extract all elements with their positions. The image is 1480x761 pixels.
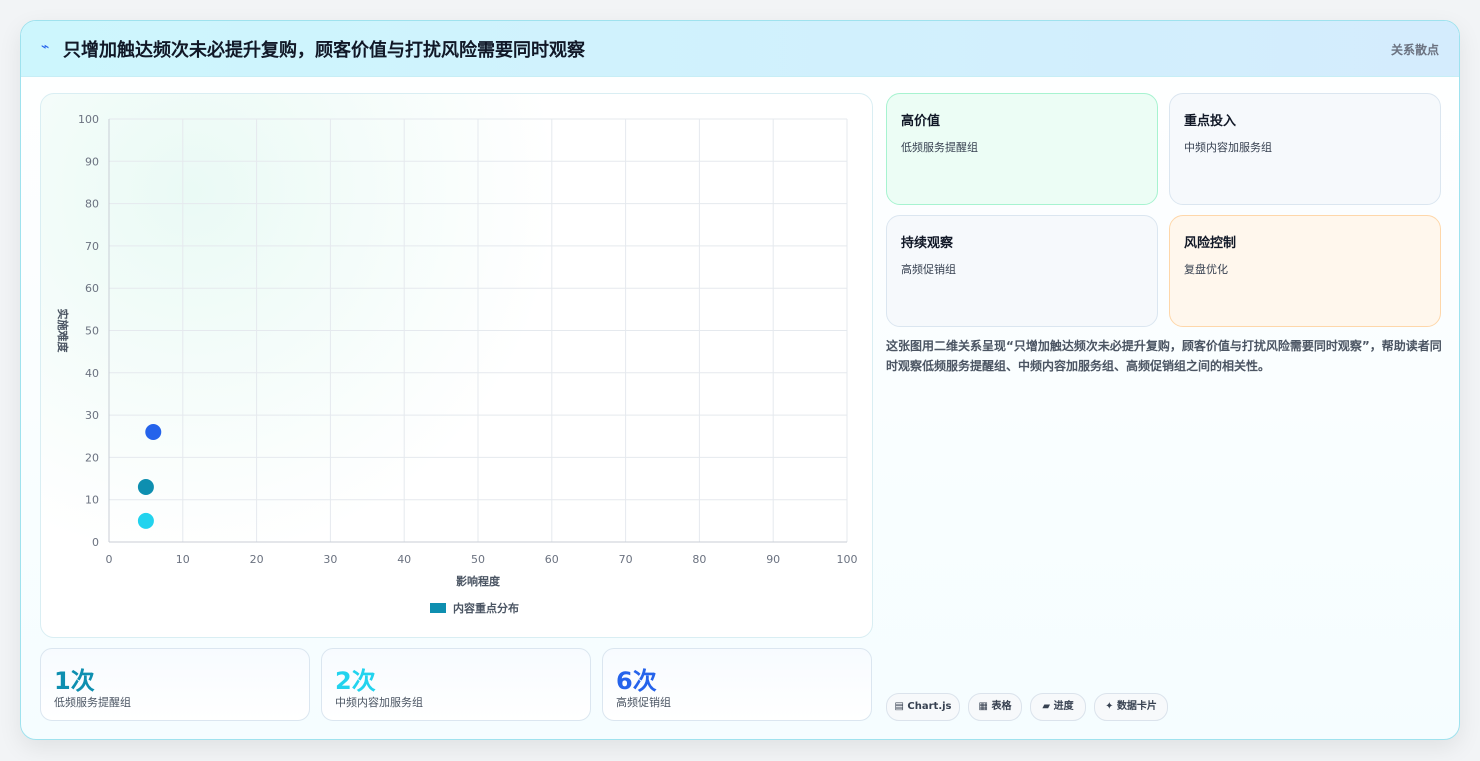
quadrant-high-value: 高价值 低频服务提醒组 [886, 93, 1158, 205]
x-tick-label: 80 [692, 553, 706, 566]
y-tick-label: 70 [85, 240, 99, 253]
chart-icon: ▤ [894, 701, 904, 712]
data-point [137, 512, 154, 529]
pill-table[interactable]: ▦ 表格 [968, 693, 1022, 721]
data-point [145, 424, 162, 441]
pill-label: 进度 [1053, 701, 1074, 712]
scatter-chart-panel: 0 10 20 30 40 50 60 70 80 90 100 0 10 20 30 40 50 60 70 80 9… [40, 93, 873, 638]
quadrant-title: 持续观察 [901, 236, 954, 251]
stat-card-low: 1次 低频服务提醒组 [40, 648, 310, 721]
progress-icon: ▰ [1042, 701, 1051, 712]
quadrant-title: 重点投入 [1184, 114, 1237, 129]
pill-label: Chart.js [907, 701, 952, 712]
y-tick-label: 80 [85, 198, 99, 211]
table-icon: ▦ [978, 701, 988, 712]
y-tick-label: 50 [85, 325, 99, 338]
stat-label: 中频内容加服务组 [335, 696, 423, 709]
stat-label: 高频促销组 [616, 696, 671, 709]
stat-value: 2次 [335, 667, 376, 695]
x-axis-label: 影响程度 [456, 574, 501, 588]
report-card: ⌁ 只增加触达频次未必提升复购，顾客价值与打扰风险需要同时观察 关系散点 0 10… [20, 20, 1460, 740]
quadrant-title: 高价值 [901, 114, 941, 129]
x-tick-label: 90 [766, 553, 780, 566]
quadrant-observe: 持续观察 高频促销组 [886, 215, 1158, 327]
y-tick-label: 0 [92, 536, 99, 549]
x-tick-label: 30 [323, 553, 337, 566]
x-tick-label: 40 [397, 553, 411, 566]
activity-icon: ⌁ [41, 39, 50, 55]
stat-label: 低频服务提醒组 [54, 696, 131, 709]
stat-value: 6次 [616, 667, 657, 695]
legend-swatch [430, 603, 446, 613]
pill-chartjs[interactable]: ▤ Chart.js [886, 693, 960, 721]
data-point [137, 479, 154, 496]
quadrant-subtitle: 高频促销组 [901, 263, 956, 276]
x-tick-label: 50 [471, 553, 485, 566]
y-axis-label: 实施难度 [56, 309, 70, 354]
chart-description: 这张图用二维关系呈现“只增加触达频次未必提升复购，顾客价值与打扰风险需要同时观察… [886, 339, 1442, 373]
y-tick-label: 10 [85, 494, 99, 507]
pill-progress[interactable]: ▰ 进度 [1030, 693, 1086, 721]
quadrant-subtitle: 复盘优化 [1184, 263, 1228, 276]
x-tick-label: 10 [176, 553, 190, 566]
x-tick-label: 20 [250, 553, 264, 566]
chart-type-tag: 关系散点 [1390, 43, 1439, 57]
y-tick-label: 30 [85, 409, 99, 422]
scatter-chart: 0 10 20 30 40 50 60 70 80 90 100 0 10 20 30 40 50 60 70 80 9… [56, 113, 858, 615]
y-tick-label: 90 [85, 155, 99, 168]
y-tick-label: 40 [85, 367, 99, 380]
y-tick-label: 20 [85, 451, 99, 464]
x-tick-label: 100 [837, 553, 858, 566]
stat-value: 1次 [54, 667, 95, 695]
pill-label: 表格 [991, 701, 1012, 712]
quadrant-subtitle: 中频内容加服务组 [1184, 141, 1272, 154]
quadrant-subtitle: 低频服务提醒组 [901, 141, 978, 154]
quadrant-risk-control: 风险控制 复盘优化 [1169, 215, 1441, 327]
sparkle-icon: ✦ [1105, 701, 1114, 712]
y-tick-label: 60 [85, 282, 99, 295]
page-title: 只增加触达频次未必提升复购，顾客价值与打扰风险需要同时观察 [63, 40, 585, 61]
x-tick-label: 70 [619, 553, 633, 566]
quadrant-key-investment: 重点投入 中频内容加服务组 [1169, 93, 1441, 205]
card-header: ⌁ 只增加触达频次未必提升复购，顾客价值与打扰风险需要同时观察 关系散点 [21, 21, 1459, 77]
x-tick-label: 60 [545, 553, 559, 566]
pill-data-card[interactable]: ✦ 数据卡片 [1094, 693, 1168, 721]
stat-card-high: 6次 高频促销组 [602, 648, 872, 721]
pill-label: 数据卡片 [1116, 701, 1157, 712]
x-tick-label: 0 [106, 553, 113, 566]
quadrant-title: 风险控制 [1184, 236, 1237, 251]
y-tick-label: 100 [78, 113, 99, 126]
stat-card-mid: 2次 中频内容加服务组 [321, 648, 591, 721]
legend-label: 内容重点分布 [453, 601, 519, 615]
